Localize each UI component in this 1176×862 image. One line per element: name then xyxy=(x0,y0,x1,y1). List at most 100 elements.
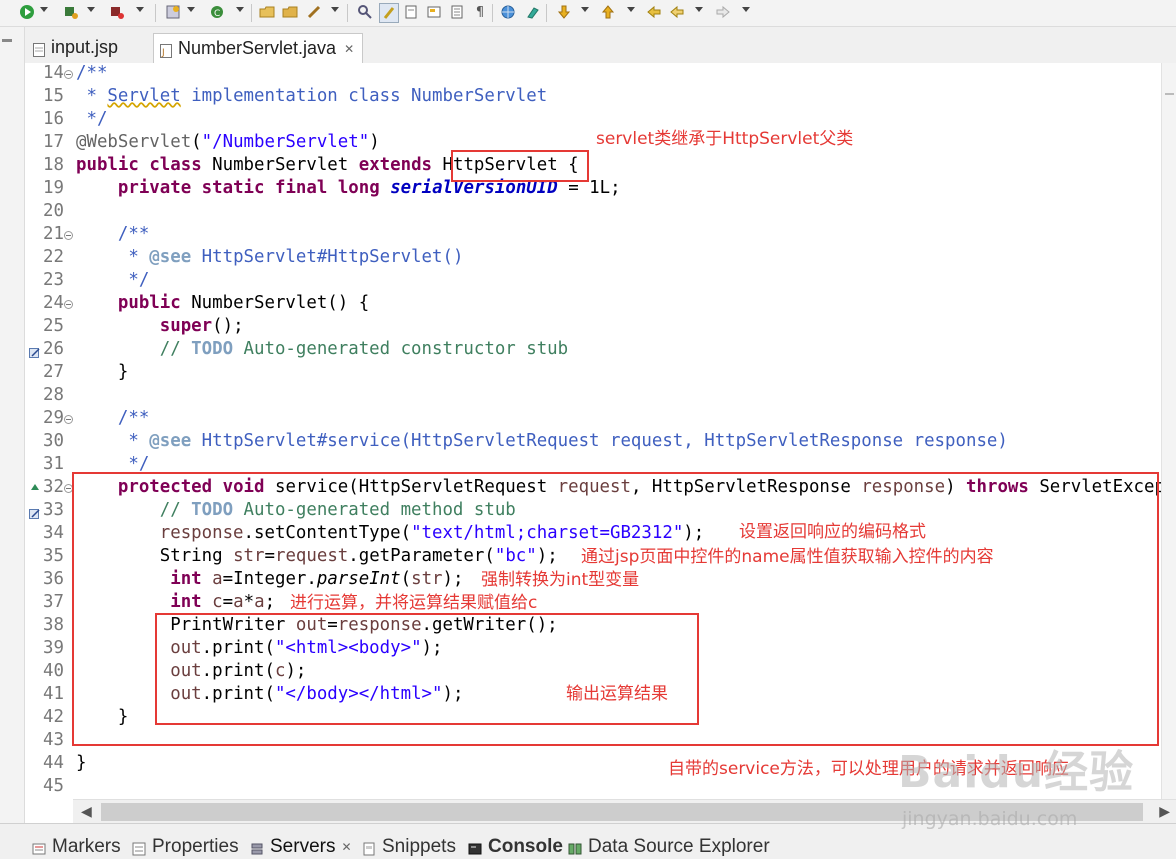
tab-data-source-explorer[interactable]: Data Source Explorer xyxy=(568,836,770,858)
next-annotation-dropdown[interactable] xyxy=(581,7,589,12)
code-line[interactable]: 27 } xyxy=(25,361,1161,384)
run-icon[interactable] xyxy=(18,3,36,21)
code-line[interactable]: 17 @WebServlet("/NumberServlet") xyxy=(25,131,1161,154)
back-dropdown[interactable] xyxy=(695,7,703,12)
line-number: 37 xyxy=(43,592,64,612)
forward-dropdown[interactable] xyxy=(742,7,750,12)
code-token: */ xyxy=(76,109,108,129)
code-text: @WebServlet("/NumberServlet") xyxy=(76,131,380,154)
search-dropdown[interactable] xyxy=(331,7,339,12)
line-number: 32 xyxy=(43,477,64,497)
code-token: Auto-generated constructor stub xyxy=(233,339,569,359)
code-line[interactable]: 20 xyxy=(25,200,1161,223)
code-line[interactable]: 25 super(); xyxy=(25,315,1161,338)
open-folder-icon[interactable] xyxy=(281,3,299,21)
open-type-icon[interactable] xyxy=(258,3,276,21)
new-java-class-dropdown[interactable] xyxy=(236,7,244,12)
code-text: } xyxy=(76,361,128,384)
tab-input-jsp[interactable]: input.jsp xyxy=(33,33,118,62)
tab-properties[interactable]: Properties xyxy=(132,836,239,858)
code-line[interactable]: 14 /** xyxy=(25,63,1161,85)
code-token: @see xyxy=(149,247,192,267)
code-line[interactable]: 26 // TODO Auto-generated constructor st… xyxy=(25,338,1161,361)
line-number: 30 xyxy=(43,431,64,451)
new-java-class-icon[interactable]: C xyxy=(208,3,226,21)
code-token: * xyxy=(76,431,150,451)
browser-icon[interactable] xyxy=(499,3,517,21)
fold-toggle-icon[interactable] xyxy=(64,415,73,424)
minimize-icon[interactable] xyxy=(2,39,12,42)
tab-numberservlet-java[interactable]: J NumberServlet.java ✕ xyxy=(153,33,364,64)
code-text: /** xyxy=(76,223,149,246)
code-token: /** xyxy=(76,224,150,244)
line-number: 36 xyxy=(43,569,64,589)
toggle-mark-icon[interactable] xyxy=(356,3,374,21)
code-line[interactable]: 22 * @see HttpServlet#HttpServlet() xyxy=(25,246,1161,269)
watermark-logo-text: Baidu经验 xyxy=(898,747,1135,798)
code-token: private xyxy=(117,178,192,198)
code-line[interactable]: 30 * @see HttpServlet#service(HttpServle… xyxy=(25,430,1161,453)
console-icon xyxy=(468,840,482,855)
run-dropdown[interactable] xyxy=(40,7,48,12)
watermark-url: jingyan.baidu.com xyxy=(902,808,1078,830)
markers-icon xyxy=(32,840,46,855)
debug-dropdown[interactable] xyxy=(87,7,95,12)
code-token: public xyxy=(76,155,139,175)
code-token: super xyxy=(159,316,213,336)
tab-markers[interactable]: Markers xyxy=(32,836,121,858)
code-line[interactable]: 15 * Servlet implementation class Number… xyxy=(25,85,1161,108)
next-annotation-icon[interactable] xyxy=(555,3,573,21)
build-icon[interactable] xyxy=(524,3,542,21)
last-edit-icon[interactable] xyxy=(645,3,663,21)
param-note: 通过jsp页面中控件的name属性值获取输入控件的内容 xyxy=(581,547,994,567)
vertical-scrollbar[interactable] xyxy=(1161,63,1176,799)
code-line[interactable]: 18 public class NumberServlet extends Htt… xyxy=(25,154,1161,177)
scroll-marker xyxy=(1165,93,1174,95)
code-token: /** xyxy=(76,408,150,428)
code-line[interactable]: 23 */ xyxy=(25,269,1161,292)
scroll-left-icon[interactable]: ◀ xyxy=(81,804,92,820)
code-line[interactable]: 28 xyxy=(25,384,1161,407)
fold-toggle-icon[interactable] xyxy=(64,300,73,309)
scroll-right-icon[interactable]: ▶ xyxy=(1159,804,1170,820)
search-tool-icon[interactable] xyxy=(305,3,323,21)
properties-icon xyxy=(132,840,146,856)
code-line[interactable]: 29 /** xyxy=(25,407,1161,430)
tab-console[interactable]: Console xyxy=(468,836,563,858)
line-number: 14 xyxy=(43,63,64,83)
new-server-icon[interactable] xyxy=(164,3,182,21)
code-line[interactable]: 21 /** xyxy=(25,223,1161,246)
code-token: * xyxy=(76,247,150,267)
close-servers-icon[interactable]: ✕ xyxy=(341,840,351,854)
new-server-dropdown[interactable] xyxy=(187,7,195,12)
tab-servers[interactable]: Servers ✕ xyxy=(250,836,352,858)
previous-annotation-dropdown[interactable] xyxy=(627,7,635,12)
code-token: /** xyxy=(76,63,108,83)
previous-annotation-icon[interactable] xyxy=(599,3,617,21)
highlight-icon[interactable] xyxy=(379,3,399,23)
external-tools-dropdown[interactable] xyxy=(136,7,144,12)
tab-label: input.jsp xyxy=(51,37,119,57)
tab-snippets[interactable]: Snippets xyxy=(362,836,456,858)
debug-icon[interactable] xyxy=(62,3,80,21)
code-token: extends xyxy=(358,155,433,175)
show-whitespace-icon[interactable]: ¶ xyxy=(471,3,489,21)
show-source-icon[interactable] xyxy=(425,3,443,21)
forward-icon[interactable] xyxy=(714,3,732,21)
show-document-icon[interactable] xyxy=(448,3,466,21)
view-tab-label: Properties xyxy=(152,836,239,857)
code-line[interactable]: 19 private static final long serialVersi… xyxy=(25,177,1161,200)
back-icon[interactable] xyxy=(668,3,686,21)
code-line[interactable]: 24 public NumberServlet() { xyxy=(25,292,1161,315)
fold-toggle-icon[interactable] xyxy=(64,231,73,240)
line-number: 27 xyxy=(43,362,64,382)
line-number: 26 xyxy=(43,339,64,359)
fold-toggle-icon[interactable] xyxy=(64,70,73,79)
code-line[interactable]: 16 */ xyxy=(25,108,1161,131)
code-token: @see xyxy=(149,431,192,451)
line-number: 15 xyxy=(43,86,64,106)
close-tab-icon[interactable]: ✕ xyxy=(344,42,354,56)
block-selection-icon[interactable] xyxy=(402,3,420,21)
external-tools-icon[interactable] xyxy=(108,3,126,21)
